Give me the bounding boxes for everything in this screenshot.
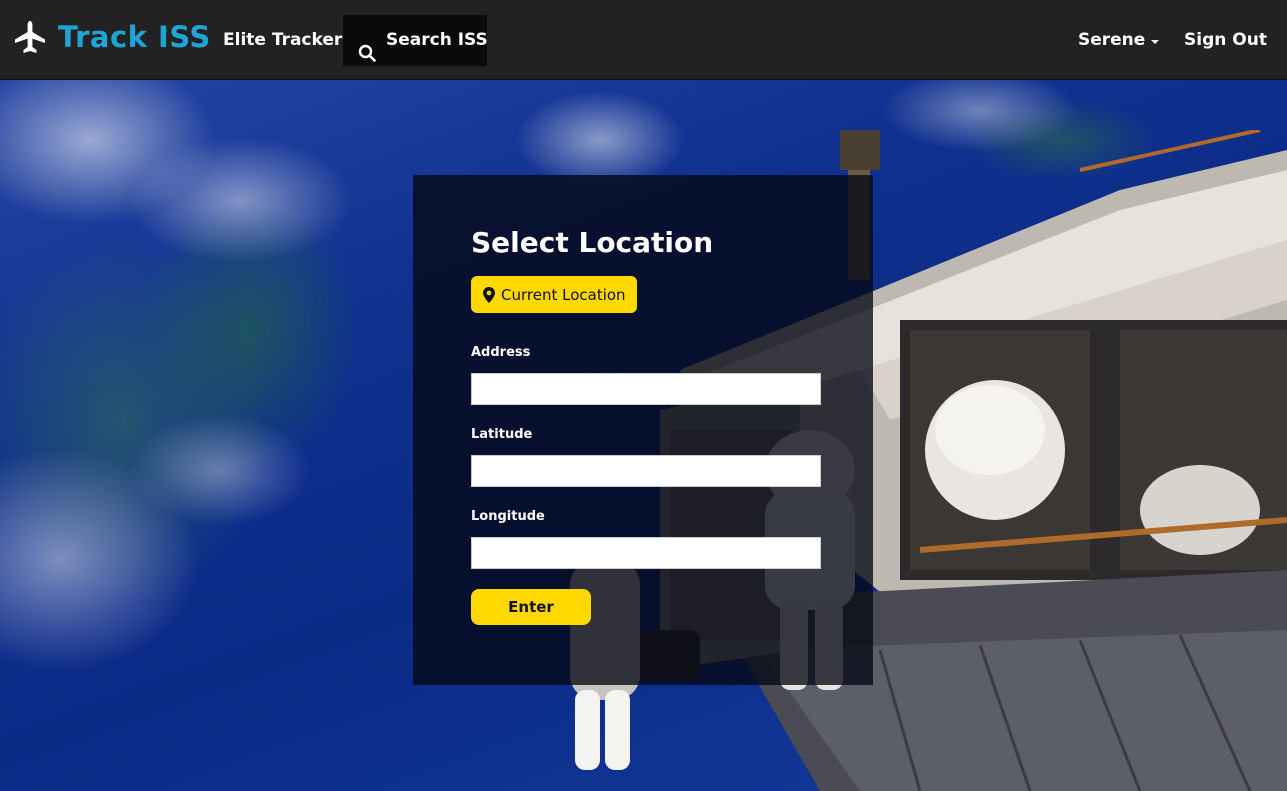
brand-title: Track ISS	[58, 20, 211, 54]
page: Track ISS Elite Tracker Search ISS Seren…	[0, 0, 1287, 791]
search-icon	[358, 32, 376, 62]
airplane-icon	[14, 20, 46, 54]
nav-search-iss[interactable]: Search ISS	[343, 15, 488, 66]
user-name: Serene	[1078, 30, 1146, 50]
address-input[interactable]	[471, 373, 821, 405]
enter-button[interactable]: Enter	[471, 589, 591, 625]
user-dropdown-toggle[interactable]: Serene	[1078, 15, 1160, 66]
caret-down-icon	[1151, 39, 1160, 44]
longitude-label: Longitude	[471, 509, 545, 524]
sign-out-link[interactable]: Sign Out	[1184, 15, 1267, 66]
top-navbar: Track ISS Elite Tracker Search ISS Seren…	[0, 0, 1287, 80]
map-marker-icon	[483, 286, 495, 303]
nav-search-label: Search ISS	[386, 30, 488, 50]
current-location-label: Current Location	[501, 285, 626, 304]
panel-title: Select Location	[471, 226, 714, 259]
address-label: Address	[471, 345, 531, 360]
latitude-input[interactable]	[471, 455, 821, 487]
brand-link[interactable]: Track ISS	[14, 14, 211, 60]
longitude-input[interactable]	[471, 537, 821, 569]
location-panel: Select Location Current Location Address…	[413, 175, 873, 685]
nav-elite-tracker[interactable]: Elite Tracker	[223, 15, 342, 66]
latitude-label: Latitude	[471, 427, 533, 442]
current-location-button[interactable]: Current Location	[471, 276, 637, 313]
